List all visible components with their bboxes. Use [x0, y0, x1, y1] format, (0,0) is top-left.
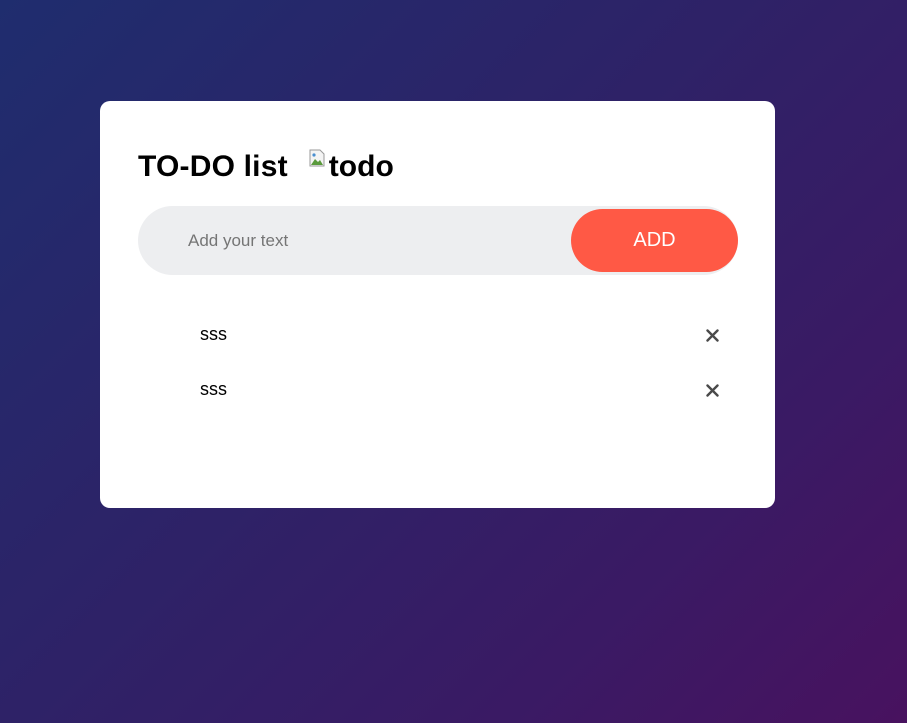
task-list: sss sss — [138, 309, 738, 419]
close-icon — [705, 328, 719, 342]
close-icon — [705, 383, 719, 397]
todo-card: TO-DO list todo ADD sss ss — [100, 101, 775, 508]
broken-image-icon — [309, 149, 325, 167]
list-item[interactable]: sss — [138, 309, 738, 364]
remove-button[interactable] — [700, 323, 724, 347]
remove-button[interactable] — [700, 378, 724, 402]
input-row: ADD — [138, 205, 738, 276]
add-button[interactable]: ADD — [571, 209, 738, 272]
task-text: sss — [200, 324, 227, 344]
page-title: TO-DO list — [138, 150, 288, 183]
image-alt-text: todo — [328, 150, 394, 183]
todo-image: todo — [309, 149, 394, 184]
title-row: TO-DO list todo — [138, 149, 737, 185]
task-text: sss — [200, 379, 227, 399]
list-item[interactable]: sss — [138, 364, 738, 419]
